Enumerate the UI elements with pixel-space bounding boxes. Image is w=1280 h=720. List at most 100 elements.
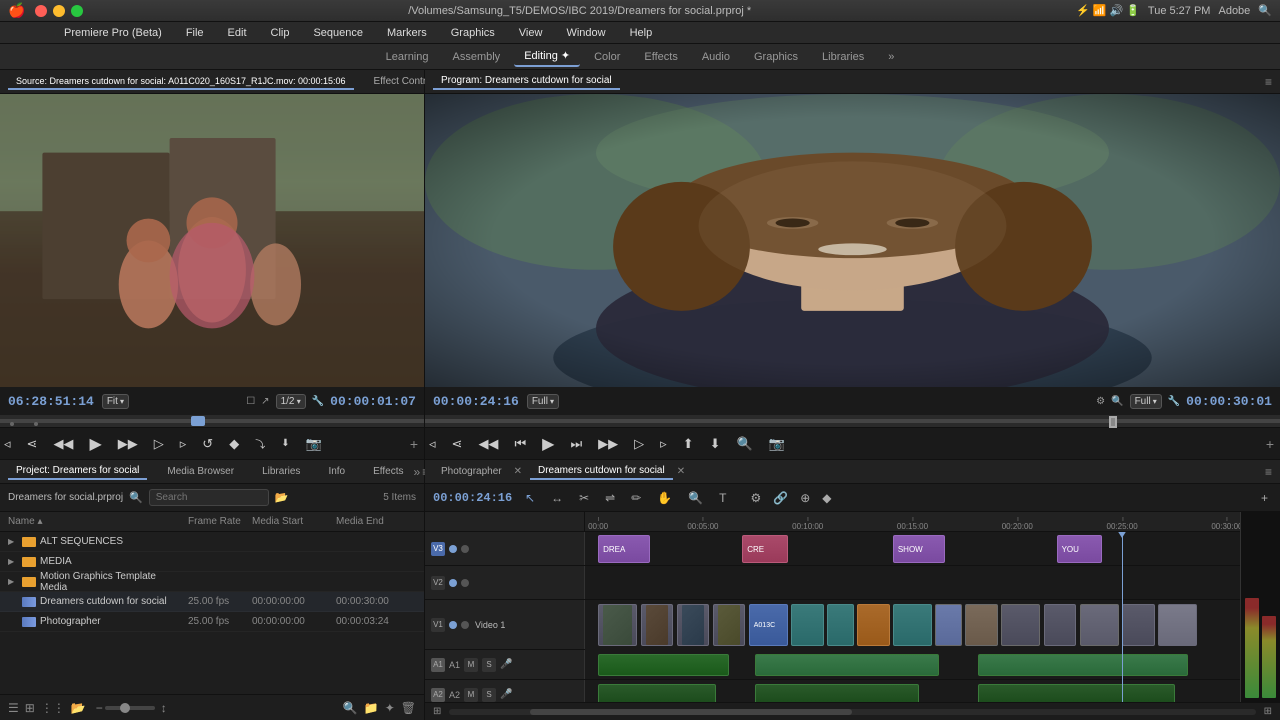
source-wrench-icon[interactable]: 🔧 (312, 396, 324, 407)
maximize-button[interactable] (71, 5, 83, 17)
ws-tab-audio[interactable]: Audio (692, 48, 740, 66)
v1-clip-9[interactable] (935, 604, 961, 646)
a2-sync-btn[interactable]: A2 (431, 688, 445, 702)
timeline-add-btn[interactable]: + (1257, 489, 1272, 507)
new-folder-icon[interactable]: 📁 (364, 701, 379, 715)
timeline-tab-close[interactable]: ✕ (514, 466, 522, 477)
search-bottom-icon[interactable]: 🔍 (343, 701, 358, 715)
col-header-start[interactable]: Media Start (252, 516, 332, 527)
v1-clip-5[interactable] (791, 604, 824, 646)
program-panel-menu[interactable]: ≡ (1265, 75, 1272, 89)
project-tab[interactable]: Project: Dreamers for social (8, 463, 147, 480)
timeline-markers-btn[interactable]: ◆ (818, 489, 835, 507)
timeline-magnet-btn[interactable]: ⊕ (796, 489, 814, 507)
program-tab[interactable]: Program: Dreamers cutdown for social (433, 73, 620, 90)
program-zoom-icon[interactable]: 🔍 (1111, 396, 1123, 407)
tool-text[interactable]: T (715, 489, 730, 507)
program-settings-icon[interactable]: ⚙ (1096, 396, 1105, 407)
timeline-tab-photographer[interactable]: Photographer (433, 464, 510, 479)
v2-eye-toggle[interactable] (449, 579, 457, 587)
source-video-display[interactable] (0, 94, 424, 387)
menu-view[interactable]: View (515, 25, 547, 41)
v3-clip-drea[interactable]: DREA (598, 535, 650, 563)
v2-sync-btn[interactable]: V2 (431, 576, 445, 590)
tool-razor[interactable]: ✂ (575, 489, 593, 507)
v1-clip-1[interactable] (598, 604, 637, 646)
v3-clip-show[interactable]: SHOW (893, 535, 945, 563)
a2-track-body[interactable] (585, 680, 1240, 702)
program-timecode[interactable]: 00:00:24:16 (433, 394, 519, 409)
source-scrubber[interactable] (0, 415, 424, 427)
tool-ripple[interactable]: ↔ (547, 489, 567, 507)
zoom-out-icon[interactable]: − (96, 701, 103, 715)
a2-track-clips[interactable] (585, 680, 1240, 702)
program-wrench-icon[interactable]: 🔧 (1168, 396, 1180, 407)
sort-icon[interactable]: ↕ (161, 701, 167, 715)
project-item[interactable]: ▶ Dreamers cutdown for social 25.00 fps … (0, 592, 424, 612)
program-play-btn[interactable]: ▶ (538, 432, 558, 456)
v1-sync-btn[interactable]: V1 (431, 618, 445, 632)
v3-clip-cre[interactable]: CRE (742, 535, 788, 563)
program-fit-select-2[interactable]: Full (1130, 394, 1162, 409)
a2-clip-3[interactable] (978, 684, 1175, 702)
program-mark-out-btn[interactable]: ▹ (656, 434, 671, 454)
a2-s-btn[interactable]: S (482, 688, 496, 702)
program-video-display[interactable] (425, 94, 1280, 387)
a1-sync-btn[interactable]: A1 (431, 658, 445, 672)
project-item[interactable]: ▶ Motion Graphics Template Media (0, 572, 424, 592)
v1-clip-13[interactable] (1080, 604, 1119, 646)
v1-clip-8[interactable] (893, 604, 932, 646)
new-bin-btn[interactable]: 📂 (71, 701, 86, 715)
v1-clip-2[interactable] (641, 604, 674, 646)
source-fit-select[interactable]: Fit (102, 394, 129, 409)
expand-icon[interactable]: ▶ (8, 597, 18, 607)
zoom-slider[interactable] (105, 706, 155, 710)
menu-help[interactable]: Help (626, 25, 657, 41)
a1-mic-icon[interactable]: 🎤 (500, 659, 512, 670)
source-insert-btn[interactable]: ⤵ (251, 434, 269, 453)
ws-tab-more[interactable]: » (878, 48, 904, 66)
timeline-tab-dreamers[interactable]: Dreamers cutdown for social (530, 463, 673, 480)
project-search-input[interactable] (149, 489, 269, 506)
v1-clip-4[interactable] (713, 604, 746, 646)
timeline-scrollbar[interactable] (449, 709, 1255, 715)
a1-clip-1[interactable] (598, 654, 729, 676)
tool-hand[interactable]: ✋ (653, 489, 676, 507)
a2-clip-1[interactable] (598, 684, 716, 702)
media-browser-tab[interactable]: Media Browser (159, 464, 242, 479)
ws-tab-libraries[interactable]: Libraries (812, 48, 874, 66)
source-add-btn[interactable]: + (410, 436, 418, 452)
expand-icon[interactable]: ▶ (8, 577, 18, 587)
source-camera2-btn[interactable]: 📷 (302, 434, 326, 454)
trash-icon[interactable]: 🗑 (401, 701, 416, 715)
zoom-handle[interactable] (120, 703, 130, 713)
menu-file[interactable]: File (182, 25, 208, 41)
v3-clip-you[interactable]: YOU (1057, 535, 1103, 563)
ws-tab-graphics[interactable]: Graphics (744, 48, 808, 66)
menu-sequence[interactable]: Sequence (309, 25, 367, 41)
source-fraction-select[interactable]: 1/2 (276, 394, 306, 409)
expand-icon[interactable]: ▶ (8, 617, 18, 627)
ws-tab-editing[interactable]: Editing ✦ (514, 46, 580, 67)
source-overwrite-btn[interactable]: ⬇ (277, 436, 293, 451)
program-prev-btn[interactable]: ⏮ (510, 434, 530, 454)
v1-clip-14[interactable] (1122, 604, 1155, 646)
ws-tab-color[interactable]: Color (584, 48, 630, 66)
col-header-end[interactable]: Media End (336, 516, 416, 527)
v1-clip-11[interactable] (1001, 604, 1040, 646)
minimize-button[interactable] (53, 5, 65, 17)
v3-eye-toggle[interactable] (449, 545, 457, 553)
timeline-link-btn[interactable]: 🔗 (769, 489, 792, 507)
program-step-fwd-btn[interactable]: ▶▶ (594, 434, 622, 454)
project-item[interactable]: ▶ Photographer 25.00 fps 00:00:00:00 00:… (0, 612, 424, 632)
program-mark-in-btn[interactable]: ◃ (425, 434, 440, 454)
timeline-timecode[interactable]: 00:00:24:16 (433, 491, 513, 505)
source-mark-out-btn[interactable]: ▹ (176, 434, 191, 454)
v2-track-body[interactable] (585, 566, 1240, 600)
menu-clip[interactable]: Clip (267, 25, 294, 41)
tool-slip[interactable]: ⇌ (601, 489, 619, 507)
ws-tab-assembly[interactable]: Assembly (443, 48, 511, 66)
program-go-in-btn[interactable]: ⋖ (448, 434, 467, 454)
timeline-scroll-start[interactable]: ⊞ (433, 706, 441, 717)
a1-clip-2[interactable] (755, 654, 938, 676)
